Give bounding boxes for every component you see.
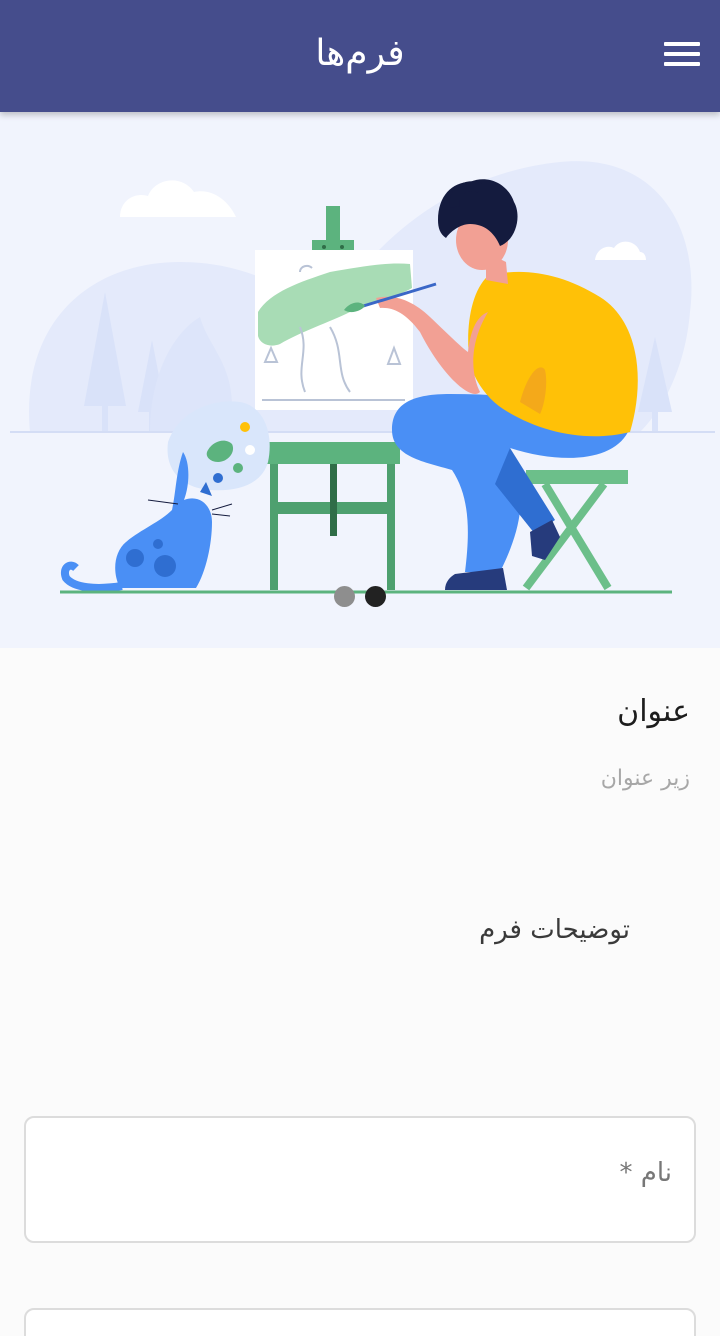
form-title: عنوان <box>617 694 690 729</box>
form-description: توضیحات فرم <box>479 915 630 945</box>
carousel-dot-2[interactable] <box>365 586 386 607</box>
form-screen: فرم‌ها <box>0 0 720 1336</box>
carousel-indicator <box>334 586 386 608</box>
carousel-dot-1[interactable] <box>334 586 355 607</box>
app-bar-title: فرم‌ها <box>315 33 405 74</box>
hero-banner <box>0 112 720 648</box>
second-input[interactable] <box>26 1310 694 1336</box>
app-bar: فرم‌ها <box>0 0 720 112</box>
artist-painting-illustration <box>10 161 715 594</box>
name-field[interactable]: نام * <box>24 1116 696 1243</box>
hamburger-menu-icon[interactable] <box>662 34 702 74</box>
form-subtitle: زیر عنوان <box>600 766 690 791</box>
name-input[interactable] <box>26 1118 694 1241</box>
second-field[interactable] <box>24 1308 696 1336</box>
